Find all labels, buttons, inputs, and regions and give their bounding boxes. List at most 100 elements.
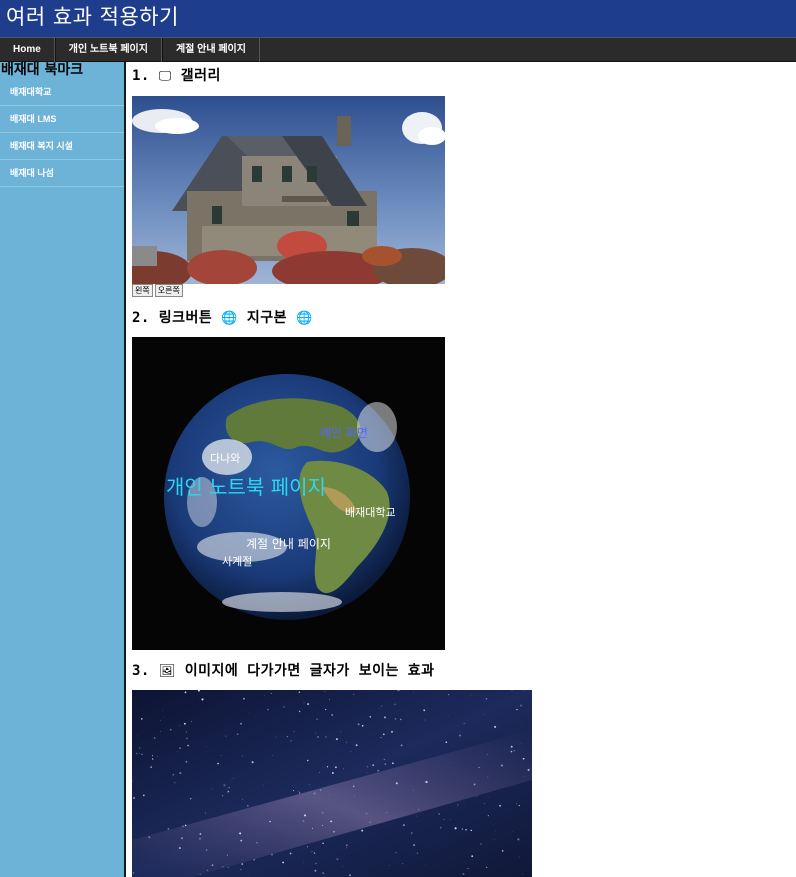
nav-item-home[interactable]: Home [0, 38, 55, 62]
star [186, 737, 188, 740]
star [183, 722, 186, 725]
star [480, 843, 482, 845]
star [314, 869, 317, 872]
star [459, 734, 462, 737]
star [395, 782, 398, 785]
star [225, 735, 227, 737]
star [241, 755, 243, 757]
monitor-icon: 🖵 [158, 69, 172, 84]
star [500, 764, 503, 767]
gallery-next-button[interactable]: 오른쪽 [154, 284, 183, 297]
star [270, 692, 272, 694]
star [303, 861, 305, 863]
star [190, 798, 192, 800]
star [357, 723, 360, 726]
star [272, 755, 273, 756]
globe-icon: 🌐 [221, 311, 238, 326]
star [169, 728, 172, 731]
star [220, 755, 222, 756]
star [386, 812, 388, 813]
nav-item-season[interactable]: 계절 안내 페이지 [161, 38, 260, 62]
star [361, 829, 364, 832]
star [416, 852, 418, 854]
star [418, 809, 420, 810]
globe-icon: 🌐 [295, 311, 313, 326]
star [319, 771, 321, 773]
star [335, 738, 338, 741]
star [473, 783, 476, 786]
star [293, 731, 295, 733]
star [342, 768, 344, 770]
sidebar-item-naseom[interactable]: 배재대 나섬 [0, 160, 124, 187]
star [487, 776, 489, 778]
star [240, 869, 242, 871]
star [445, 741, 448, 743]
star [395, 852, 397, 854]
star [494, 725, 497, 728]
star [148, 836, 151, 839]
star [317, 736, 319, 738]
gallery-prev-button[interactable]: 왼쪽 [132, 284, 153, 297]
star [179, 747, 181, 749]
star [486, 753, 488, 755]
star [333, 831, 335, 833]
star [230, 830, 232, 832]
star [471, 855, 474, 858]
star [484, 713, 485, 715]
earth-link-season-guide[interactable]: 계절 안내 페이지 [246, 535, 331, 552]
star [424, 719, 426, 721]
star [160, 731, 161, 732]
star [240, 839, 243, 842]
star [402, 824, 405, 827]
star [137, 735, 138, 737]
star [521, 722, 523, 724]
sidebar-item-welfare[interactable]: 배재대 복지 시설 [0, 133, 124, 160]
star [154, 737, 156, 739]
star [439, 826, 442, 829]
star [162, 854, 164, 856]
hover-image-galaxy[interactable] [132, 690, 532, 877]
star [331, 714, 334, 716]
nav-item-notebook[interactable]: 개인 노트북 페이지 [54, 38, 162, 62]
section-title-hover: 3. 🖼 이미지에 다가가면 글자가 보이는 효과 [132, 663, 435, 679]
sidebar-item-pcu[interactable]: 배재대학교 [0, 79, 124, 106]
star [522, 757, 525, 760]
star [399, 690, 401, 691]
star [178, 847, 181, 849]
star [312, 827, 314, 829]
star [400, 744, 403, 747]
earth-link-four-seasons[interactable]: 사계절 [222, 553, 252, 569]
star [319, 789, 322, 792]
sidebar-item-lms[interactable]: 배재대 LMS [0, 106, 124, 133]
star [326, 766, 329, 768]
star [185, 731, 188, 733]
star [383, 716, 387, 719]
star [176, 751, 178, 752]
star [239, 832, 242, 835]
star [298, 792, 301, 794]
star [413, 844, 416, 847]
star [269, 820, 271, 823]
star [243, 697, 245, 700]
star [162, 710, 163, 711]
star [397, 690, 399, 692]
star [199, 696, 200, 698]
star [462, 873, 465, 875]
star [142, 794, 145, 797]
earth-link-pcu[interactable]: 배재대학교 [345, 504, 396, 520]
earth-link-dana[interactable]: 다나와 [210, 450, 240, 466]
star [199, 873, 201, 875]
star [366, 772, 367, 773]
star [139, 753, 141, 754]
star [211, 788, 213, 790]
star [447, 715, 449, 716]
star [303, 702, 305, 703]
star [324, 691, 326, 693]
star [275, 736, 277, 738]
star [133, 797, 135, 799]
earth-link-notebook[interactable]: 개인 노트북 페이지 [166, 471, 326, 500]
star [315, 732, 316, 734]
star [345, 844, 348, 847]
earth-link-main[interactable]: 메인 화면 [320, 424, 368, 441]
star [184, 824, 187, 827]
